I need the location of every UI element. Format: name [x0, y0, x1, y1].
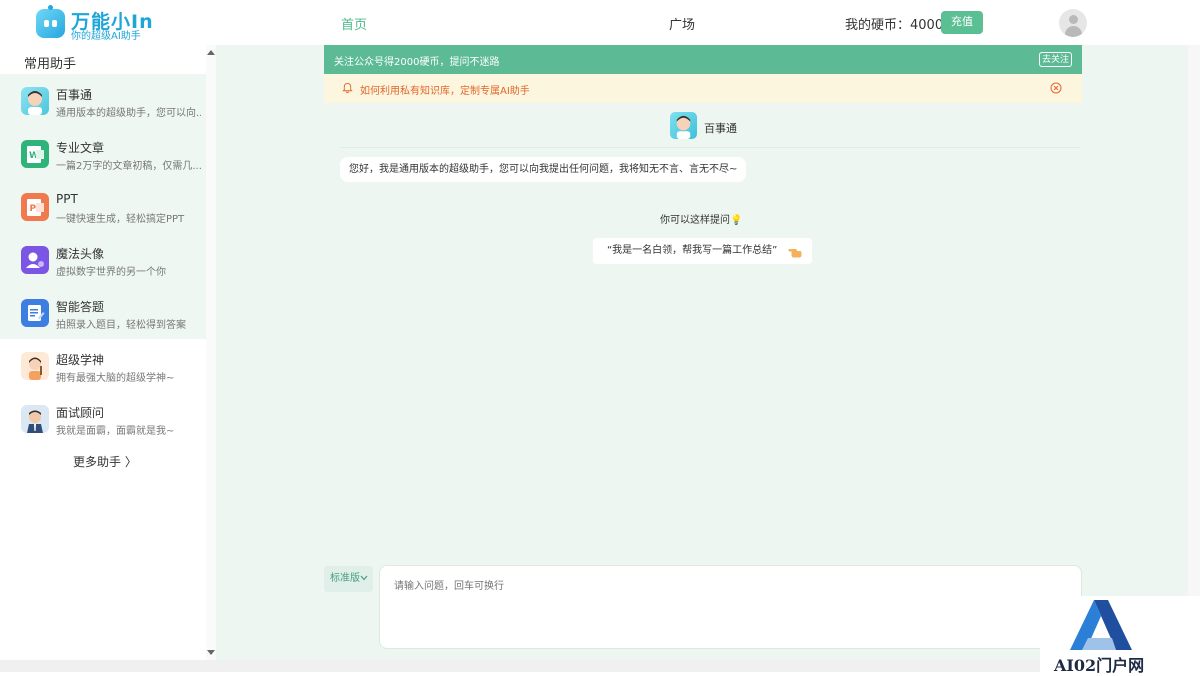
svg-text:P: P	[30, 204, 37, 214]
assistant-sidebar: 常用助手 百事通 通用版本的超级助手，您可以向... W 专业文章 一篇2万字的…	[0, 45, 216, 672]
sidebar-item-title: 面试顾问	[56, 406, 105, 420]
watermark: AI02门户网	[1040, 596, 1200, 675]
nav-plaza-link[interactable]: 广场	[669, 14, 695, 33]
suggestion-heading: 你可以这样提问💡	[660, 215, 743, 226]
sidebar-heading: 常用助手	[24, 57, 77, 72]
knowledge-base-banner-text: 如何利用私有知识库，定制专属AI助手	[360, 86, 530, 97]
model-version-label: 标准版	[330, 573, 360, 584]
sidebar-item-desc: 虚拟数字世界的另一个你	[56, 267, 166, 278]
sidebar-item-title: 智能答题	[56, 300, 105, 314]
main-scrollbar[interactable]	[1188, 45, 1200, 660]
close-circle-icon[interactable]	[1050, 82, 1062, 94]
bell-icon	[342, 82, 353, 93]
coin-balance: 我的硬币：4000	[845, 18, 944, 33]
bot-header: 百事通	[670, 112, 790, 140]
sidebar-item-desc: 拍照录入题目，轻松得到答案	[56, 320, 186, 331]
logo-subtitle: 你的超级AI助手	[71, 31, 141, 42]
sidebar-scrollbar[interactable]	[206, 45, 216, 660]
follow-banner: 关注公众号得2000硬币，提问不迷路 去关注	[324, 45, 1082, 74]
ppt-icon: P	[21, 193, 49, 221]
sidebar-item-desc: 我就是面霸，面霸就是我~	[56, 426, 175, 437]
app-logo[interactable]: 万能小In 你的超级AI助手	[36, 5, 166, 42]
follow-banner-text: 关注公众号得2000硬币，提问不迷路	[334, 57, 500, 68]
suggested-question-text: “我是一名白领，帮我写一篇工作总结”	[607, 245, 778, 256]
model-version-select[interactable]: 标准版	[324, 566, 373, 592]
sidebar-item-baishitong[interactable]: 百事通 通用版本的超级助手，您可以向...	[0, 74, 206, 127]
pointing-hand-icon	[788, 249, 802, 258]
nav-home-link[interactable]: 首页	[341, 14, 367, 33]
sidebar-item-super-scholar[interactable]: 超级学神 拥有最强大脑的超级学神~	[0, 339, 206, 392]
sidebar-item-desc: 一篇2万字的文章初稿，仅需几...	[56, 161, 201, 172]
recharge-button[interactable]: 充值	[941, 11, 983, 34]
sidebar-item-magic-avatar[interactable]: 魔法头像 虚拟数字世界的另一个你	[0, 233, 206, 286]
boy-avatar-icon	[21, 87, 49, 115]
sidebar-item-desc: 拥有最强大脑的超级学神~	[56, 373, 175, 384]
top-header: 万能小In 你的超级AI助手 首页 广场 我的硬币：4000 充值	[0, 0, 1200, 45]
robot-logo-icon	[36, 5, 65, 38]
knowledge-base-banner[interactable]: 如何利用私有知识库，定制专属AI助手	[324, 74, 1082, 103]
scroll-up-arrow-icon[interactable]	[207, 50, 215, 55]
horizontal-scrollbar[interactable]	[0, 660, 1200, 672]
watermark-text: AI02门户网	[1054, 656, 1145, 675]
teacher-avatar-icon	[21, 352, 49, 380]
sidebar-item-title: 魔法头像	[56, 247, 105, 261]
magic-avatar-icon	[21, 246, 49, 274]
watermark-logo-icon	[1070, 600, 1132, 650]
sidebar-item-title: 专业文章	[56, 141, 105, 155]
sidebar-item-desc: 一键快速生成，轻松搞定PPT	[56, 214, 185, 225]
sidebar-item-smart-answer[interactable]: 智能答题 拍照录入题目，轻松得到答案	[0, 286, 206, 339]
more-assistants-link[interactable]: 更多助手 〉	[73, 453, 137, 470]
bot-name: 百事通	[704, 122, 737, 135]
sidebar-item-ppt[interactable]: P PPT 一键快速生成，轻松搞定PPT	[0, 180, 206, 233]
question-input[interactable]	[379, 565, 1082, 649]
follow-button[interactable]: 去关注	[1039, 52, 1072, 67]
sidebar-item-article[interactable]: W 专业文章 一篇2万字的文章初稿，仅需几...	[0, 127, 206, 180]
answer-sheet-icon	[21, 299, 49, 327]
word-document-icon: W	[21, 140, 49, 168]
sidebar-item-desc: 通用版本的超级助手，您可以向...	[56, 108, 201, 119]
suggested-question-button[interactable]: “我是一名白领，帮我写一篇工作总结”	[593, 238, 812, 264]
sidebar-item-title: 超级学神	[56, 353, 105, 367]
chevron-down-icon	[360, 575, 368, 581]
divider	[340, 147, 1080, 148]
bot-greeting-message: 您好，我是通用版本的超级助手，您可以向我提出任何问题，我将知无不言、言无不尽~	[340, 157, 747, 182]
scroll-down-arrow-icon[interactable]	[207, 650, 215, 655]
sidebar-item-title: PPT	[56, 192, 78, 206]
bot-avatar-icon	[670, 112, 697, 139]
interviewer-avatar-icon	[21, 405, 49, 433]
sidebar-item-interview[interactable]: 面试顾问 我就是面霸，面霸就是我~	[0, 392, 206, 445]
sidebar-item-title: 百事通	[56, 88, 93, 102]
user-avatar-icon[interactable]	[1059, 9, 1087, 37]
